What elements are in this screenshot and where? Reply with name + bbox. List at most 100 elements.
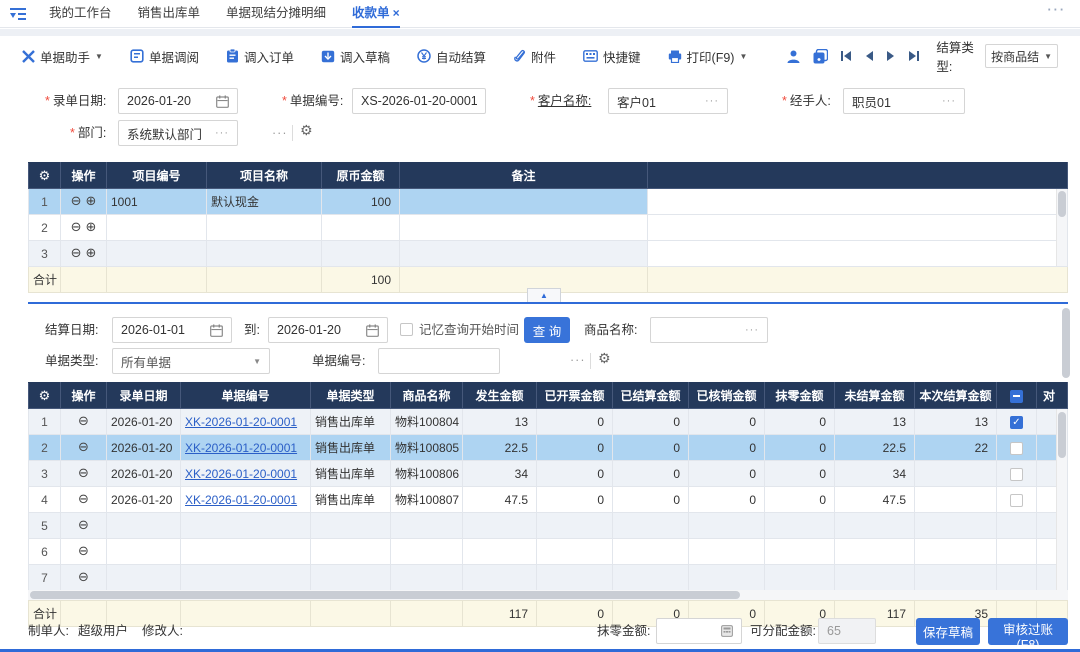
doc-type-select[interactable]: 所有单据▼ xyxy=(112,348,270,374)
attachment-button[interactable]: 附件 xyxy=(513,47,556,66)
row-checkbox[interactable] xyxy=(1010,442,1023,455)
project-no-cell[interactable]: 1001 xyxy=(107,189,207,215)
import-draft-button[interactable]: 调入草稿 xyxy=(321,47,390,66)
row-select-cell[interactable] xyxy=(997,487,1037,513)
detail-table-scrollbar[interactable] xyxy=(1056,409,1067,590)
row-select-cell[interactable]: ✓ xyxy=(997,409,1037,435)
settle-date-to-input[interactable]: 2026-01-20 xyxy=(268,317,388,343)
copy-doc-icon[interactable] xyxy=(813,49,828,64)
query-doc-no-input[interactable] xyxy=(378,348,500,374)
amount-cell[interactable] xyxy=(322,215,400,241)
row-checkbox[interactable]: ✓ xyxy=(1010,416,1023,429)
more-filters-dots-icon[interactable]: ··· xyxy=(570,353,586,367)
remove-row-icon[interactable]: ⊖ xyxy=(78,518,89,533)
search-button[interactable]: 查 询 xyxy=(524,317,570,343)
shortcut-keys-button[interactable]: 快捷键 xyxy=(583,47,641,66)
detail-table-row[interactable]: 2⊖2026-01-20XK-2026-01-20-0001销售出库单物料100… xyxy=(29,435,1068,461)
select-all-checkbox[interactable] xyxy=(1010,390,1023,403)
menu-collapse-icon[interactable] xyxy=(10,7,26,21)
remove-row-icon[interactable]: ⊖ xyxy=(78,466,89,481)
lookup-dots-icon[interactable]: ··· xyxy=(705,95,719,107)
remove-row-icon[interactable]: ⊖ xyxy=(78,440,89,455)
note-cell[interactable] xyxy=(400,215,648,241)
detail-table-hscrollbar[interactable] xyxy=(28,590,1068,600)
row-select-cell[interactable] xyxy=(997,461,1037,487)
row-checkbox[interactable] xyxy=(1010,468,1023,481)
customer-label[interactable]: *客户名称: xyxy=(530,88,591,114)
note-cell[interactable] xyxy=(400,241,648,267)
doc-no-link[interactable]: XK-2026-01-20-0001 xyxy=(185,493,297,507)
settle-date-from-input[interactable]: 2026-01-01 xyxy=(112,317,232,343)
close-tab-icon[interactable]: × xyxy=(393,6,400,20)
calculator-icon[interactable] xyxy=(721,625,733,637)
project-name-cell[interactable] xyxy=(207,215,322,241)
lookup-dots-icon[interactable]: ··· xyxy=(745,324,759,336)
doc-no-link[interactable]: XK-2026-01-20-0001 xyxy=(185,467,297,481)
this-settle-cell[interactable] xyxy=(915,461,997,487)
doc-no-link[interactable]: XK-2026-01-20-0001 xyxy=(185,441,297,455)
project-table-row[interactable]: 3⊖⊕ xyxy=(29,241,1068,267)
project-no-cell[interactable] xyxy=(107,215,207,241)
detail-table-row[interactable]: 1⊖2026-01-20XK-2026-01-20-0001销售出库单物料100… xyxy=(29,409,1068,435)
project-table-scrollbar[interactable] xyxy=(1056,189,1067,266)
form-settings-gear-icon[interactable]: ⚙ xyxy=(300,123,313,139)
add-row-icon[interactable]: ⊕ xyxy=(86,194,97,209)
detail-table-row[interactable]: 7⊖ xyxy=(29,565,1068,591)
row-select-cell[interactable] xyxy=(997,435,1037,461)
detail-table-row[interactable]: 3⊖2026-01-20XK-2026-01-20-0001销售出库单物料100… xyxy=(29,461,1068,487)
remove-row-icon[interactable]: ⊖ xyxy=(78,492,89,507)
project-no-cell[interactable] xyxy=(107,241,207,267)
remove-row-icon[interactable]: ⊖ xyxy=(78,570,89,585)
print-button[interactable]: 打印(F9)▼ xyxy=(668,47,748,66)
this-settle-cell[interactable]: 13 xyxy=(915,409,997,435)
amount-cell[interactable]: 100 xyxy=(322,189,400,215)
project-table-row[interactable]: 2⊖⊕ xyxy=(29,215,1068,241)
add-row-icon[interactable]: ⊕ xyxy=(86,246,97,261)
detail-table-row[interactable]: 6⊖ xyxy=(29,539,1068,565)
lookup-dots-icon[interactable]: ··· xyxy=(215,127,229,139)
save-draft-button[interactable]: 保存草稿 xyxy=(916,618,980,645)
product-name-input[interactable]: ··· xyxy=(650,317,768,343)
post-button[interactable]: 审核过账(F8) xyxy=(988,618,1068,645)
rounding-amount-input[interactable] xyxy=(656,618,742,644)
detail-table-row[interactable]: 5⊖ xyxy=(29,513,1068,539)
select-all-column[interactable] xyxy=(997,383,1037,409)
import-order-button[interactable]: 调入订单 xyxy=(226,47,294,66)
lookup-dots-icon[interactable]: ··· xyxy=(942,95,956,107)
handler-input[interactable]: 职员01··· xyxy=(843,88,965,114)
amount-cell[interactable] xyxy=(322,241,400,267)
tab-item-0[interactable]: 我的工作台 xyxy=(49,0,112,28)
project-name-cell[interactable]: 默认现金 xyxy=(207,189,322,215)
tab-more-menu-icon[interactable]: ··· xyxy=(1048,3,1067,17)
doc-review-button[interactable]: 单据调阅 xyxy=(130,47,199,66)
this-settle-cell[interactable]: 22 xyxy=(915,435,997,461)
add-row-icon[interactable]: ⊕ xyxy=(86,220,97,235)
filter-settings-gear-icon[interactable]: ⚙ xyxy=(598,351,611,367)
remove-row-icon[interactable]: ⊖ xyxy=(71,220,82,235)
department-input[interactable]: 系统默认部门··· xyxy=(118,120,238,146)
remember-start-time-checkbox[interactable] xyxy=(400,323,413,336)
remove-row-icon[interactable]: ⊖ xyxy=(71,246,82,261)
user-icon[interactable] xyxy=(786,49,801,64)
nav-last-icon[interactable] xyxy=(908,50,920,62)
nav-prev-icon[interactable] xyxy=(864,50,874,62)
collapse-panel-button[interactable]: ▲ xyxy=(527,288,561,302)
column-settings-gear-icon[interactable]: ⚙ xyxy=(29,383,61,409)
nav-first-icon[interactable] xyxy=(840,50,852,62)
tab-item-3[interactable]: 收款单× xyxy=(352,0,400,28)
tab-item-2[interactable]: 单据现结分摊明细 xyxy=(226,0,326,28)
doc-assistant-button[interactable]: 单据助手▼ xyxy=(22,47,103,66)
detail-table-row[interactable]: 4⊖2026-01-20XK-2026-01-20-0001销售出库单物料100… xyxy=(29,487,1068,513)
page-scrollbar[interactable] xyxy=(1062,308,1070,378)
remove-row-icon[interactable]: ⊖ xyxy=(78,544,89,559)
customer-input[interactable]: 客户01··· xyxy=(608,88,728,114)
column-settings-gear-icon[interactable]: ⚙ xyxy=(29,163,61,189)
more-fields-dots-icon[interactable]: ··· xyxy=(272,126,288,140)
record-date-input[interactable]: 2026-01-20 xyxy=(118,88,238,114)
remove-row-icon[interactable]: ⊖ xyxy=(78,414,89,429)
note-cell[interactable] xyxy=(400,189,648,215)
project-table-row[interactable]: 1⊖⊕1001默认现金100 xyxy=(29,189,1068,215)
row-checkbox[interactable] xyxy=(1010,494,1023,507)
auto-settle-button[interactable]: 自动结算 xyxy=(417,47,486,66)
doc-no-link[interactable]: XK-2026-01-20-0001 xyxy=(185,415,297,429)
